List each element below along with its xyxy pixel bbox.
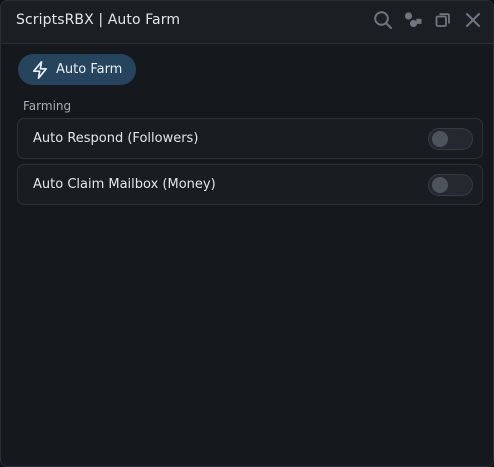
section-title-farming: Farming [23, 99, 72, 113]
window-title: ScriptsRBX | Auto Farm [16, 12, 181, 28]
close-icon[interactable] [463, 10, 483, 30]
app-window: ScriptsRBX | Auto Farm Auto Farm Farming… [0, 0, 494, 467]
toggle-knob [432, 131, 448, 147]
window-controls [373, 10, 483, 30]
minimize-icon[interactable] [433, 10, 453, 30]
toggle-label: Auto Respond (Followers) [33, 131, 199, 146]
toggle-label: Auto Claim Mailbox (Money) [33, 177, 216, 192]
search-icon[interactable] [373, 10, 393, 30]
toggle-switch[interactable] [428, 174, 473, 196]
toggle-knob [432, 177, 448, 193]
settings-icon[interactable] [403, 10, 423, 30]
toggle-auto-claim-mailbox[interactable]: Auto Claim Mailbox (Money) [17, 164, 483, 205]
tab-auto-farm[interactable]: Auto Farm [18, 54, 136, 85]
toggle-switch[interactable] [428, 128, 473, 150]
title-bar: ScriptsRBX | Auto Farm [1, 1, 493, 44]
tab-label: Auto Farm [56, 62, 123, 77]
bolt-icon [32, 60, 48, 79]
toggle-auto-respond[interactable]: Auto Respond (Followers) [17, 118, 483, 159]
